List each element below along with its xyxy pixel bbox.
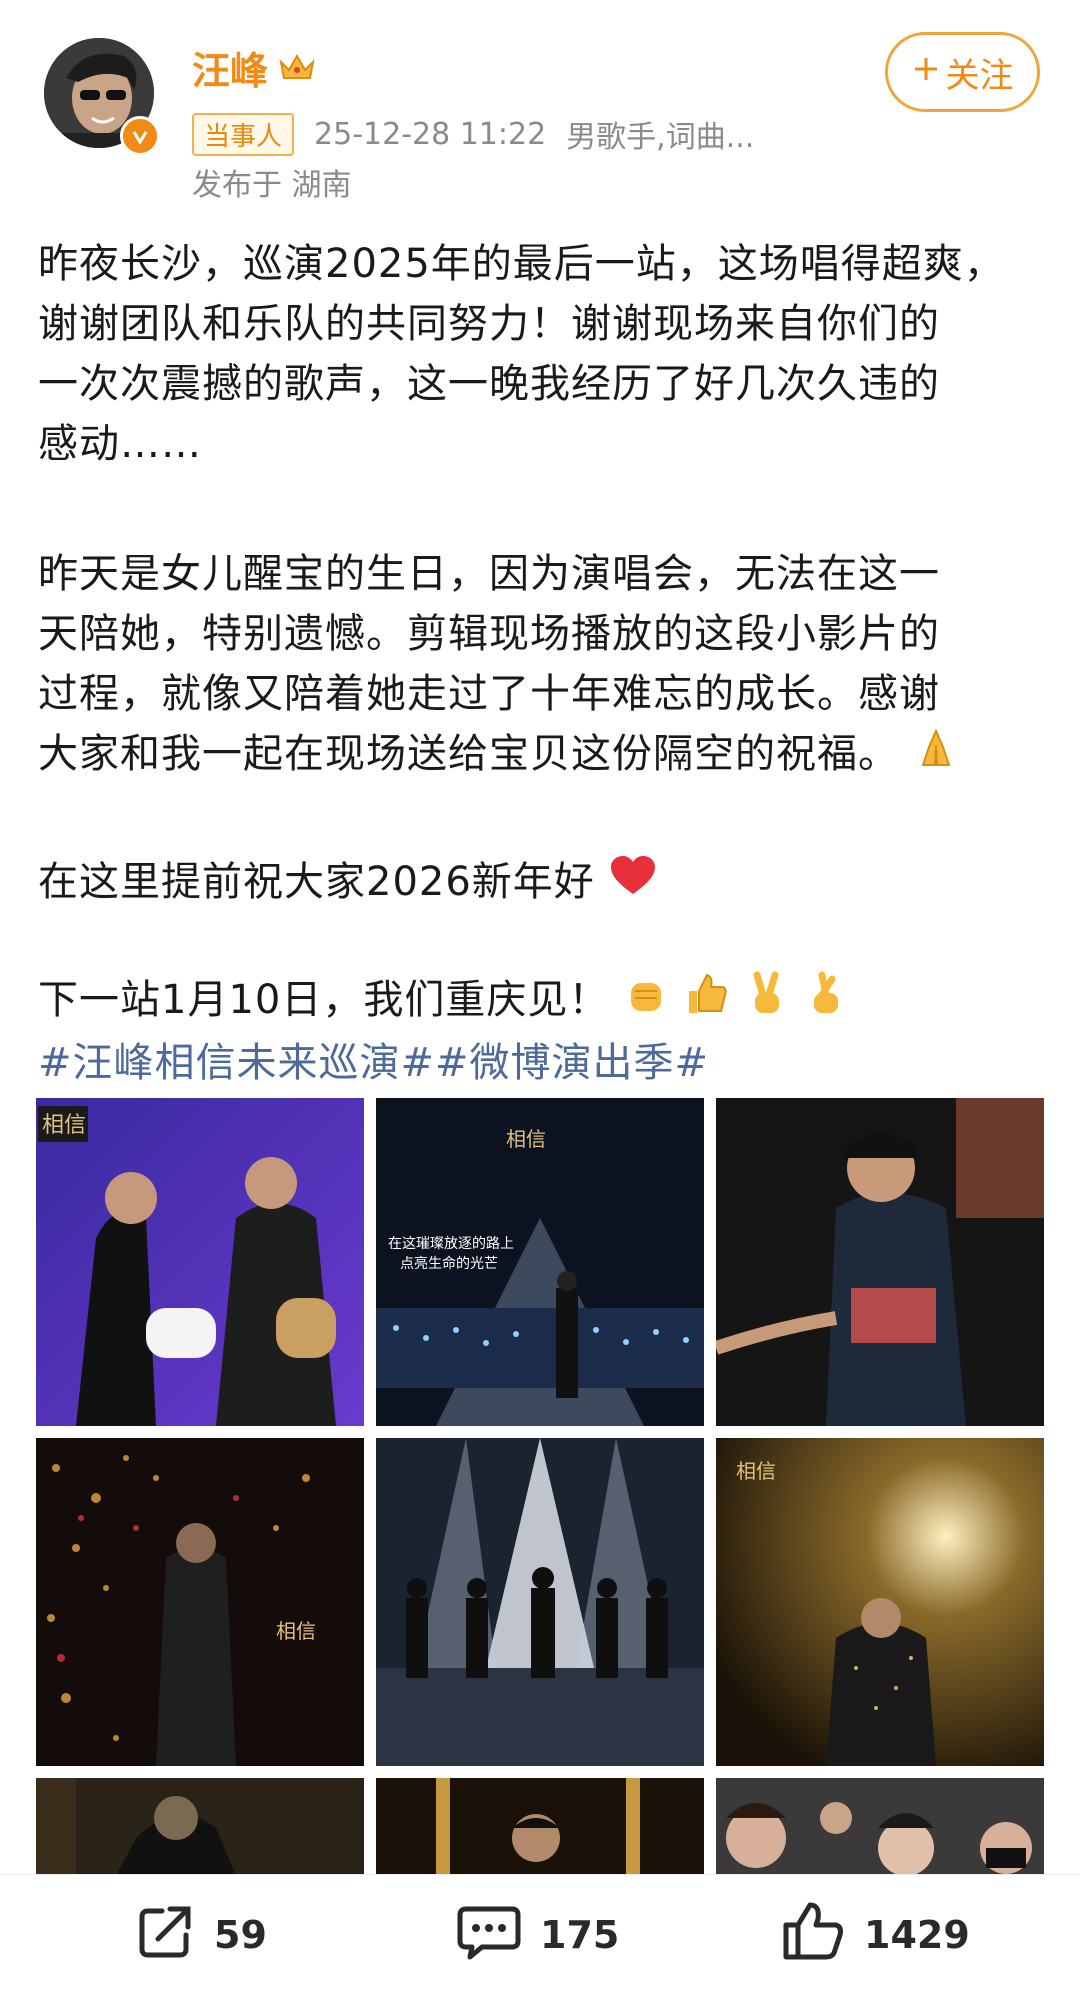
tour-logo-text: 相信	[506, 1127, 546, 1151]
text-line: 昨天是女儿醒宝的生日，因为演唱会，无法在这一	[38, 551, 940, 597]
text-line: 天陪她，特别遗憾。剪辑现场播放的这段小影片的	[38, 611, 940, 657]
user-bio: 男歌手,词曲...	[566, 120, 755, 155]
tour-logo-text: 相信	[276, 1619, 316, 1643]
repost-button[interactable]: 59	[136, 1905, 267, 1965]
photo-9[interactable]	[716, 1778, 1044, 1876]
share-icon	[136, 1901, 196, 1970]
post-header: 汪峰 当事人 25-12-28 11:22 男歌手,词曲... 发布于 湖南 关…	[0, 0, 1080, 203]
text-line: 感动……	[38, 421, 202, 467]
photo-1[interactable]: 相信	[36, 1098, 364, 1426]
tour-logo-text: 相信	[42, 1113, 86, 1138]
user-name[interactable]: 汪峰	[192, 40, 268, 95]
pray-icon	[913, 725, 959, 788]
crossed-fingers-icon	[802, 971, 848, 1034]
photo-3[interactable]	[716, 1098, 1044, 1426]
photo-caption-line: 在这璀璨放逐的路上	[388, 1235, 514, 1252]
verified-badge-icon	[120, 116, 160, 156]
post-location: 发布于 湖南	[192, 168, 352, 203]
fist-icon	[623, 971, 669, 1034]
thumbs-up-icon	[780, 1899, 846, 1972]
victory-hand-icon	[743, 971, 789, 1034]
crown-icon	[278, 52, 316, 82]
post-timestamp: 25-12-28 11:22	[314, 116, 547, 152]
text-line: 一次次震撼的歌声，这一晚我经历了好几次久违的	[38, 361, 940, 407]
tour-logo-text: 相信	[736, 1459, 776, 1483]
like-count: 1429	[864, 1913, 970, 1957]
comment-count: 175	[540, 1913, 620, 1957]
photo-5[interactable]	[376, 1438, 704, 1766]
text-line: 在这里提前祝大家2026新年好	[38, 859, 595, 905]
post-paragraph-4: 下一站1月10日，我们重庆见！	[38, 970, 1048, 1034]
like-button[interactable]: 1429	[780, 1902, 970, 1965]
hashtag-links[interactable]: #汪峰相信未来巡演##微博演出季#	[38, 1030, 709, 1088]
post-paragraph-1: 昨夜长沙，巡演2025年的最后一站，这场唱得超爽， 谢谢团队和乐队的共同努力！谢…	[38, 234, 1048, 474]
text-line: 昨夜长沙，巡演2025年的最后一站，这场唱得超爽，	[38, 241, 1005, 287]
action-bar: 59 175 1429	[0, 1874, 1080, 1996]
text-line: 大家和我一起在现场送给宝贝这份隔空的祝福。	[38, 731, 899, 777]
comment-icon	[456, 1901, 522, 1970]
plus-icon	[912, 52, 940, 92]
photo-8[interactable]	[376, 1778, 704, 1876]
repost-count: 59	[214, 1913, 267, 1957]
photo-2[interactable]: 在这璀璨放逐的路上 点亮生命的光芒 相信	[376, 1098, 704, 1426]
heart-icon	[609, 854, 657, 915]
text-line: 下一站1月10日，我们重庆见！	[38, 977, 610, 1023]
photo-4[interactable]: 相信	[36, 1438, 364, 1766]
comment-button[interactable]: 175	[456, 1905, 619, 1965]
text-line: 过程，就像又陪着她走过了十年难忘的成长。感谢	[38, 671, 940, 717]
thumbs-up-emoji-icon	[683, 971, 729, 1034]
follow-label: 关注	[945, 55, 1014, 96]
text-line: 谢谢团队和乐队的共同努力！谢谢现场来自你们的	[38, 301, 940, 347]
post-paragraph-2: 昨天是女儿醒宝的生日，因为演唱会，无法在这一 天陪她，特别遗憾。剪辑现场播放的这…	[38, 544, 1048, 788]
follow-button[interactable]: 关注	[885, 32, 1040, 112]
post-paragraph-3: 在这里提前祝大家2026新年好	[38, 852, 1048, 915]
photo-7[interactable]	[36, 1778, 364, 1876]
photo-caption-line: 点亮生命的光芒	[400, 1255, 498, 1272]
photo-6[interactable]: 相信	[716, 1438, 1044, 1766]
party-tag: 当事人	[192, 112, 295, 156]
